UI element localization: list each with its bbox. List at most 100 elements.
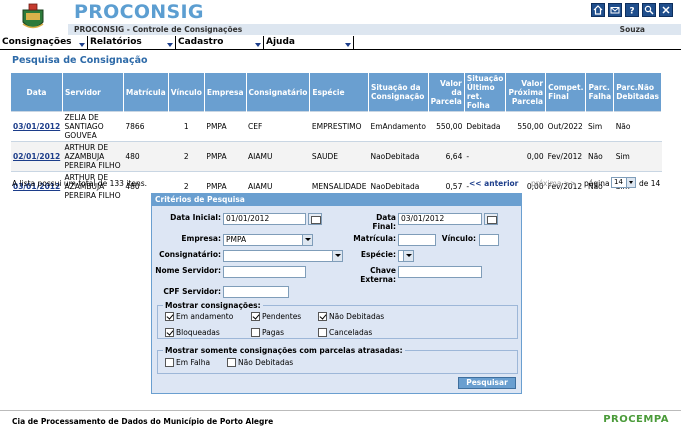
menu-label: Consignações [2, 37, 72, 47]
checkbox-icon [227, 358, 236, 367]
calendar-icon[interactable] [308, 213, 322, 225]
checkbox-bloqueadas[interactable]: Bloqueadas [165, 328, 220, 337]
vinculo-input[interactable] [479, 234, 499, 246]
menu-label: Cadastro [178, 37, 224, 47]
vinculo-label: Vínculo: [441, 234, 476, 243]
page-total: de 14 [639, 179, 661, 188]
mostrar-consignacoes-group: Mostrar consignações: Em andamento Pende… [157, 301, 518, 339]
main-menu: Consignações Relatórios Cadastro Ajuda [0, 36, 681, 50]
chevron-down-icon [79, 43, 85, 47]
column-header[interactable]: Parc.Não Debitadas [613, 73, 662, 112]
checkbox-label: Em andamento [176, 312, 234, 321]
column-header[interactable]: Situação Último ret. Folha [464, 73, 507, 112]
checkbox-pendentes[interactable]: Pendentes [251, 312, 301, 321]
mostrar-consignacoes-legend: Mostrar consignações: [163, 301, 263, 310]
column-header[interactable]: Vínculo [168, 73, 205, 112]
consignatario-select[interactable] [223, 250, 343, 262]
checkbox-em-falha[interactable]: Em Falha [165, 358, 210, 367]
checkbox-pagas[interactable]: Pagas [251, 328, 284, 337]
date-link[interactable]: 02/01/2012 [11, 141, 63, 172]
cell-matricula: 7866 [123, 111, 169, 142]
checkbox-icon [318, 328, 327, 337]
cell-matricula: 480 [123, 141, 169, 172]
checkbox-label: Não Debitadas [329, 312, 385, 321]
column-header[interactable]: Situação da Consignação [368, 73, 429, 112]
app-header: PROCONSIG ? PROCONSIG - Controle de Cons… [0, 0, 681, 35]
app-title: PROCONSIG [74, 1, 204, 23]
table-header-row: Data Servidor Matrícula Vínculo Empresa … [11, 73, 662, 112]
column-header[interactable]: Empresa [204, 73, 247, 112]
cell-parc-falha: Não [585, 141, 614, 172]
header-bar: PROCONSIG - Controle de Consignações Sou… [68, 24, 681, 35]
menu-consignacoes[interactable]: Consignações [0, 36, 88, 50]
checkbox-label: Pendentes [262, 312, 302, 321]
cell-situacao-folha: - [464, 141, 506, 172]
column-header[interactable]: Parc. Falha [585, 73, 615, 112]
calendar-icon[interactable] [484, 213, 498, 225]
column-header[interactable]: Consignatário [246, 73, 311, 112]
column-header[interactable]: Matrícula [123, 73, 169, 112]
page-select[interactable]: 14 [611, 177, 636, 188]
cell-vinculo: 2 [168, 141, 205, 172]
cell-servidor: ARTHUR DE AZAMBUJA PEREIRA FILHO [62, 141, 124, 172]
column-header[interactable]: Servidor [62, 73, 124, 112]
user-name: Souza [619, 25, 645, 34]
checkbox-atrasadas-nao-debitadas[interactable]: Não Debitadas [227, 358, 293, 367]
chevron-down-icon [167, 43, 173, 47]
chave-externa-label: Chave Externa: [360, 266, 396, 284]
chevron-down-icon [332, 251, 342, 261]
checkbox-label: Não Debitadas [238, 358, 294, 367]
page-footer: Cia de Processamento de Dados do Municíp… [0, 410, 681, 429]
data-inicial-label: Data Inicial: [170, 213, 221, 222]
nome-servidor-input[interactable] [223, 266, 306, 278]
cell-situacao: EmAndamento [368, 111, 429, 142]
cell-empresa: PMPA [204, 141, 247, 172]
checkbox-label: Canceladas [329, 328, 373, 337]
empresa-select[interactable]: PMPA [223, 234, 313, 246]
home-icon[interactable] [591, 3, 605, 17]
checkbox-nao-debitadas[interactable]: Não Debitadas [318, 312, 384, 321]
chevron-down-icon [302, 235, 312, 245]
especie-select[interactable] [398, 250, 414, 262]
checkbox-label: Em Falha [176, 358, 211, 367]
column-header[interactable]: Espécie [309, 73, 369, 112]
cell-valor-parcela: 550,00 [428, 111, 465, 142]
menu-ajuda[interactable]: Ajuda [264, 36, 354, 50]
column-header[interactable]: Valor da Parcela [428, 73, 465, 112]
checkbox-icon [251, 328, 260, 337]
cell-valor-proxima: 550,00 [505, 111, 546, 142]
close-icon[interactable] [659, 3, 673, 17]
checkbox-canceladas[interactable]: Canceladas [318, 328, 372, 337]
data-final-label: Data Final: [372, 213, 396, 231]
checkbox-em-andamento[interactable]: Em andamento [165, 312, 233, 321]
search-button[interactable]: Pesquisar [458, 377, 516, 389]
mail-icon[interactable] [608, 3, 622, 17]
column-header[interactable]: Compet. Final [545, 73, 587, 112]
cell-empresa: PMPA [204, 111, 247, 142]
menu-cadastro[interactable]: Cadastro [176, 36, 264, 50]
data-final-input[interactable]: 03/01/2012 [398, 213, 482, 225]
data-inicial-input[interactable]: 01/01/2012 [223, 213, 306, 225]
parcelas-atrasadas-group: Mostrar somente consignações com parcela… [157, 346, 518, 374]
checkbox-icon [318, 312, 327, 321]
date-link[interactable]: 03/01/2012 [11, 111, 63, 142]
column-header[interactable]: Valor Próxima Parcela [505, 73, 547, 112]
next-page-link[interactable]: próxima >> [531, 179, 576, 188]
page-select-value: 14 [614, 178, 623, 186]
matricula-input[interactable] [398, 234, 436, 246]
previous-page-link[interactable]: << anterior [469, 179, 518, 188]
menu-relatorios[interactable]: Relatórios [88, 36, 176, 50]
cell-compet-final: Fev/2012 [545, 141, 586, 172]
search-icon[interactable] [642, 3, 656, 17]
matricula-label: Matrícula: [353, 234, 396, 243]
chave-externa-input[interactable] [398, 266, 482, 278]
column-header[interactable]: Data [11, 73, 63, 112]
cell-vinculo: 1 [168, 111, 205, 142]
chevron-down-icon [626, 178, 635, 187]
chevron-down-icon [403, 251, 413, 261]
procempa-logo: PROCEMPA [603, 414, 669, 425]
checkbox-label: Bloqueadas [176, 328, 220, 337]
cpf-input[interactable] [223, 286, 289, 298]
svg-text:?: ? [629, 7, 634, 16]
help-icon[interactable]: ? [625, 3, 639, 17]
